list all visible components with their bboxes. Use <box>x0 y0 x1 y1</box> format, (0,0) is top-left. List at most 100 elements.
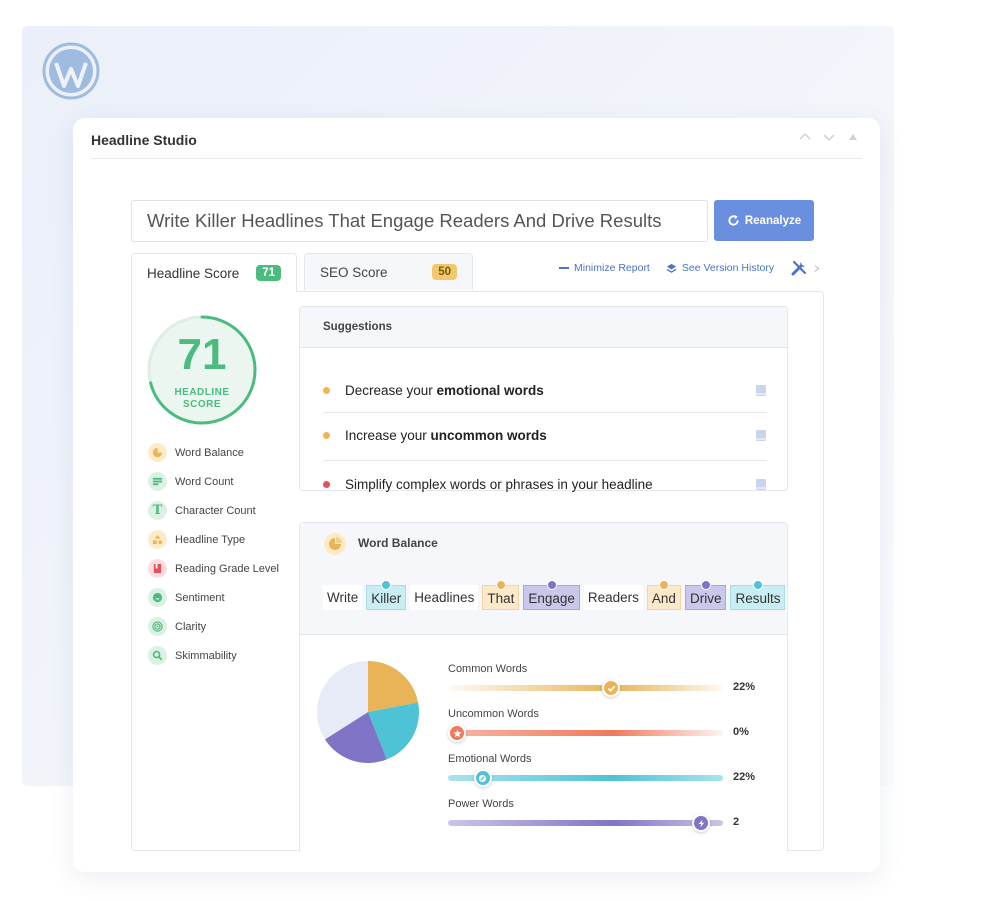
suggestion-prefix: Simplify complex words or phrases in you… <box>345 477 653 492</box>
bar-emotional-words: Emotional Words 22% <box>448 753 763 798</box>
metric-reading-grade-level[interactable]: Reading Grade Level <box>148 554 279 583</box>
bar-label: Common Words <box>448 663 528 675</box>
book-icon[interactable] <box>755 384 767 397</box>
minus-icon <box>559 267 569 269</box>
book-icon[interactable] <box>755 478 767 491</box>
metric-skimmability[interactable]: Skimmability <box>148 641 279 670</box>
gauge-label-line2: SCORE <box>182 399 222 410</box>
bar-label: Uncommon Words <box>448 708 539 720</box>
metric-word-count[interactable]: Word Count <box>148 467 279 496</box>
bar-common-words: Common Words 22% <box>448 663 763 708</box>
word-balance-header: Word Balance Write Killer Headlines That… <box>300 523 787 635</box>
metric-label: Word Balance <box>175 446 244 459</box>
warning-dot-icon <box>323 387 330 394</box>
chevron-up-icon[interactable] <box>798 130 812 144</box>
collapse-triangle-icon[interactable] <box>846 130 860 144</box>
warning-dot-icon <box>323 432 330 439</box>
suggestion-divider <box>323 460 767 461</box>
word-text: That <box>487 591 515 606</box>
card-controls <box>798 130 860 144</box>
magnifier-icon <box>148 646 167 665</box>
chevron-down-icon[interactable] <box>822 130 836 144</box>
title-divider <box>91 158 862 159</box>
minimize-report-label: Minimize Report <box>574 262 650 274</box>
lines-icon <box>148 472 167 491</box>
metric-word-balance[interactable]: Word Balance <box>148 438 279 467</box>
metric-clarity[interactable]: Clarity <box>148 612 279 641</box>
metric-character-count[interactable]: T Character Count <box>148 496 279 525</box>
word-token-common: That <box>482 580 520 610</box>
headline-score-badge: 71 <box>256 265 281 281</box>
suggestion-keyword: uncommon words <box>430 428 547 443</box>
layers-icon <box>666 263 677 273</box>
word-balance-bars: Common Words 22% Uncommon Words 0% Emoti… <box>448 663 763 843</box>
tools-menu[interactable] <box>790 259 820 277</box>
bar-track <box>448 820 723 826</box>
card-title: Headline Studio <box>91 132 197 148</box>
bar-power-words: Power Words 2 <box>448 798 763 843</box>
headline-score-label: HEADLINE SCORE <box>146 387 258 411</box>
lightning-icon[interactable] <box>692 814 711 832</box>
metric-label: Reading Grade Level <box>175 562 279 575</box>
pie-chart-icon <box>148 443 167 462</box>
chevron-right-icon <box>814 264 820 272</box>
check-icon <box>495 580 506 590</box>
metric-label: Sentiment <box>175 591 225 604</box>
check-icon[interactable] <box>602 679 621 697</box>
bar-value: 2 <box>733 816 740 828</box>
suggestion-item[interactable]: Decrease your emotional words <box>323 368 767 413</box>
word-token-emotional: Results <box>730 580 786 610</box>
bar-label: Power Words <box>448 798 514 810</box>
metric-label: Word Count <box>175 475 234 488</box>
lightning-icon <box>700 580 711 590</box>
tab-headline-score[interactable]: Headline Score 71 <box>131 253 297 292</box>
suggestion-item[interactable]: Increase your uncommon words <box>323 413 767 458</box>
tab-label: SEO Score <box>320 264 388 280</box>
suggestion-text: Decrease your emotional words <box>345 383 544 398</box>
shapes-icon <box>148 530 167 549</box>
word-token-power: Drive <box>684 580 727 610</box>
word-text: Killer <box>371 591 402 606</box>
metric-label: Headline Type <box>175 533 246 546</box>
suggestion-text: Simplify complex words or phrases in you… <box>345 477 653 492</box>
report-links: Minimize Report See Version History <box>559 259 820 277</box>
word-token-power: Engage <box>523 580 580 610</box>
suggestion-item[interactable]: Simplify complex words or phrases in you… <box>323 462 767 507</box>
reanalyze-label: Reanalyze <box>744 214 802 227</box>
tools-icon <box>791 260 807 276</box>
suggestion-prefix: Increase your <box>345 428 431 443</box>
emotion-icon <box>381 580 392 590</box>
metric-label: Skimmability <box>175 649 237 662</box>
refresh-icon <box>728 214 739 226</box>
bar-value: 22% <box>733 681 756 693</box>
star-icon[interactable] <box>448 724 466 742</box>
tab-label: Headline Score <box>147 265 240 281</box>
lightning-icon <box>546 580 557 590</box>
metric-list: Word Balance Word Count T Character Coun… <box>148 438 279 670</box>
metric-headline-type[interactable]: Headline Type <box>148 525 279 554</box>
word-balance-title: Word Balance <box>358 536 438 550</box>
word-token: Readers <box>583 585 643 610</box>
word-text: Results <box>735 591 781 606</box>
emotion-icon <box>752 580 763 590</box>
version-history-link[interactable]: See Version History <box>666 262 774 274</box>
metric-sentiment[interactable]: Sentiment <box>148 583 279 612</box>
minimize-report-link[interactable]: Minimize Report <box>559 262 650 274</box>
wordpress-logo-icon <box>42 42 100 100</box>
suggestion-keyword: emotional words <box>436 383 544 398</box>
headline-input[interactable] <box>131 200 708 242</box>
headline-words: Write Killer Headlines That Engage Reade… <box>323 580 786 610</box>
tab-seo-score[interactable]: SEO Score 50 <box>304 253 473 290</box>
smile-icon <box>148 588 167 607</box>
headline-studio-card: Headline Studio Reanalyze Headline Score… <box>73 118 880 872</box>
check-icon <box>658 580 669 590</box>
target-icon <box>148 617 167 636</box>
reanalyze-button[interactable]: Reanalyze <box>714 200 814 241</box>
bar-uncommon-words: Uncommon Words 0% <box>448 708 763 753</box>
metric-label: Clarity <box>175 620 207 633</box>
bar-value: 22% <box>733 771 756 783</box>
emotion-icon[interactable] <box>473 769 492 787</box>
word-text: Drive <box>689 591 722 606</box>
book-icon[interactable] <box>755 429 767 442</box>
word-text: Engage <box>528 591 575 606</box>
